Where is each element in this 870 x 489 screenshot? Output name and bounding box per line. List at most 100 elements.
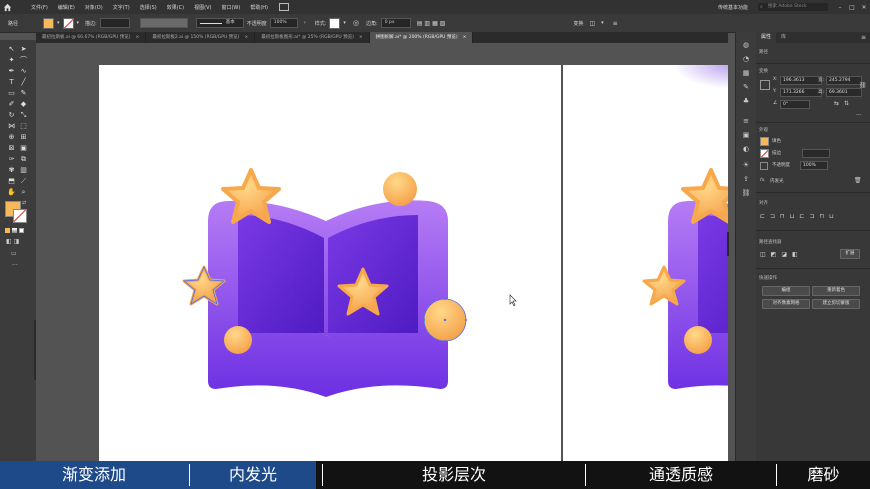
menu-help[interactable]: 帮助(H)	[245, 4, 273, 11]
stroke-appearance-swatch[interactable]	[760, 149, 769, 158]
eraser-icon[interactable]: ◆	[18, 99, 29, 109]
export-icon[interactable]: ⇪	[741, 174, 751, 184]
book-copy-shape[interactable]	[642, 168, 728, 397]
artboard-tool-icon[interactable]: ⬒	[6, 176, 17, 186]
opacity-field[interactable]: 100%	[269, 18, 298, 28]
dot-top-right[interactable]	[383, 172, 417, 206]
book-shape[interactable]	[208, 200, 448, 397]
dot-bottom-left[interactable]	[224, 326, 252, 354]
recolor-icon[interactable]: ◎	[353, 19, 359, 27]
close-icon[interactable]: ✕	[858, 4, 870, 11]
pen-tool-icon[interactable]: ✒	[6, 66, 17, 76]
flip-vertical-icon[interactable]: ⇅	[844, 100, 849, 107]
color-panel-icon[interactable]: ◍	[741, 40, 751, 50]
column-graph-icon[interactable]: ▥	[18, 165, 29, 175]
draw-mode-icon[interactable]: ◧ ◨	[6, 238, 19, 245]
chevron-down-icon[interactable]: ▾	[77, 20, 80, 26]
menu-object[interactable]: 对象(O)	[80, 4, 108, 11]
selection-tool-icon[interactable]: ↖	[6, 44, 17, 54]
menu-type[interactable]: 文字(T)	[108, 4, 135, 11]
close-icon[interactable]: ×	[244, 32, 248, 43]
transparency-icon[interactable]: ◐	[741, 144, 751, 154]
swatches-icon[interactable]: ▦	[741, 68, 751, 78]
maximize-icon[interactable]: □	[846, 4, 858, 11]
stroke-weight-field[interactable]	[99, 18, 130, 28]
transform-label[interactable]: 变换	[573, 20, 583, 27]
book-illustration[interactable]	[36, 43, 728, 461]
fill-swatch[interactable]	[43, 17, 54, 29]
graphic-style-swatch[interactable]	[329, 17, 341, 29]
y-input[interactable]: 171.3266	[780, 88, 822, 97]
isolate-icon[interactable]: ◫	[589, 20, 595, 27]
tab-properties[interactable]: 属性	[756, 32, 777, 43]
stock-search-input[interactable]: ⌕ 搜索 Adobe Stock	[758, 3, 828, 11]
opacity-checkbox[interactable]	[760, 162, 768, 170]
menu-effect[interactable]: 效果(C)	[162, 4, 189, 11]
free-transform-icon[interactable]: ⬚	[18, 121, 29, 131]
chevron-down-icon[interactable]: ▾	[601, 20, 604, 26]
symbols-icon[interactable]: ♣	[741, 96, 751, 106]
rotate-tool-icon[interactable]: ↻	[6, 110, 17, 120]
corner-radius-field[interactable]: 0 px	[380, 18, 411, 28]
hand-tool-icon[interactable]: ✋	[6, 187, 17, 197]
angle-input[interactable]: 0°	[780, 100, 810, 109]
tab-document-3[interactable]: 最初拉斯板图形.ai* @ 25% (RGB/GPU 预览) ×	[255, 32, 370, 43]
menu-view[interactable]: 视图(V)	[189, 4, 216, 11]
tab-libraries[interactable]: 库	[776, 32, 791, 43]
panel-menu-icon[interactable]: ≡	[861, 32, 870, 43]
zoom-tool-icon[interactable]: ⌕	[18, 187, 29, 197]
screen-mode-icon[interactable]: ▭	[11, 250, 17, 257]
more-tools-icon[interactable]: ···	[12, 262, 18, 269]
swap-colors-icon[interactable]: ⇄	[22, 200, 26, 206]
blend-tool-icon[interactable]: ⧉	[18, 154, 29, 164]
align-buttons[interactable]: ⊏⊐⊓⊔⊏⊐⊓⊔	[760, 213, 839, 220]
arrange-documents-icon[interactable]	[279, 3, 289, 11]
brushes-icon[interactable]: ✎	[741, 82, 751, 92]
paintbrush-icon[interactable]: ✎	[18, 88, 29, 98]
stroke-weight-input[interactable]	[802, 149, 830, 158]
delete-icon[interactable]: 🗑	[854, 177, 862, 184]
menu-window[interactable]: 窗口(W)	[216, 4, 245, 11]
menu-icon[interactable]: ≡	[613, 20, 618, 27]
close-icon[interactable]: ×	[136, 32, 140, 43]
align-icons[interactable]: ▤▥▦▧	[417, 20, 448, 27]
minimize-icon[interactable]: –	[834, 4, 846, 11]
menu-edit[interactable]: 编辑(E)	[53, 4, 80, 11]
reference-point-icon[interactable]	[760, 80, 770, 90]
width-tool-icon[interactable]: ⋈	[6, 121, 17, 131]
eyedropper-icon[interactable]: ✑	[6, 154, 17, 164]
stroke-color-box[interactable]	[13, 209, 27, 223]
perspective-grid-icon[interactable]: ⊞	[18, 132, 29, 142]
make-clipping-mask-button[interactable]: 建立剪切蒙版	[812, 299, 860, 309]
x-input[interactable]: 196.3613	[780, 76, 822, 85]
close-icon[interactable]: ×	[359, 32, 363, 43]
recolor-button[interactable]: 重新着色	[812, 286, 860, 296]
fx-icon[interactable]: fx.	[760, 178, 766, 183]
close-icon[interactable]: ×	[463, 32, 467, 43]
align-pixel-grid-button[interactable]: 对齐像素网格	[762, 299, 810, 309]
tab-document-2[interactable]: 最初拉斯板2.ai @ 150% (RGB/GPU 预览) ×	[146, 32, 256, 43]
expand-button[interactable]: 扩展	[840, 249, 860, 259]
links-icon[interactable]: ⛓	[741, 188, 751, 198]
chevron-right-icon[interactable]: ›	[304, 20, 306, 26]
menu-select[interactable]: 选择(S)	[135, 4, 162, 11]
chevron-down-icon[interactable]: ▾	[343, 20, 346, 26]
fx-inner-glow-label[interactable]: 内发光	[770, 178, 784, 184]
tab-document-1[interactable]: 最初拉斯板.ai @ 66.67% (RGB/GPU 预览) ×	[36, 32, 147, 43]
link-proportions-icon[interactable]: ⛓	[859, 82, 867, 89]
shaper-tool-icon[interactable]: ✐	[6, 99, 17, 109]
opacity-input[interactable]: 100%	[800, 161, 828, 170]
w-input[interactable]: 245.2794	[826, 76, 862, 85]
direct-selection-tool-icon[interactable]: ➤	[18, 44, 29, 54]
curvature-tool-icon[interactable]: ∿	[18, 66, 29, 76]
line-tool-icon[interactable]: ╱	[18, 77, 29, 87]
mesh-tool-icon[interactable]: ⊠	[6, 143, 17, 153]
chevron-down-icon[interactable]: ▾	[57, 20, 60, 26]
scroll-handle[interactable]	[727, 232, 729, 256]
flip-horizontal-icon[interactable]: ⇆	[834, 100, 839, 107]
pathfinder-buttons[interactable]: ◫◩◪◧	[760, 251, 803, 258]
h-input[interactable]: 69.3601	[826, 88, 862, 97]
group-button[interactable]: 编组	[762, 286, 810, 296]
more-options-icon[interactable]: ···	[856, 112, 862, 119]
symbol-sprayer-icon[interactable]: ✾	[6, 165, 17, 175]
